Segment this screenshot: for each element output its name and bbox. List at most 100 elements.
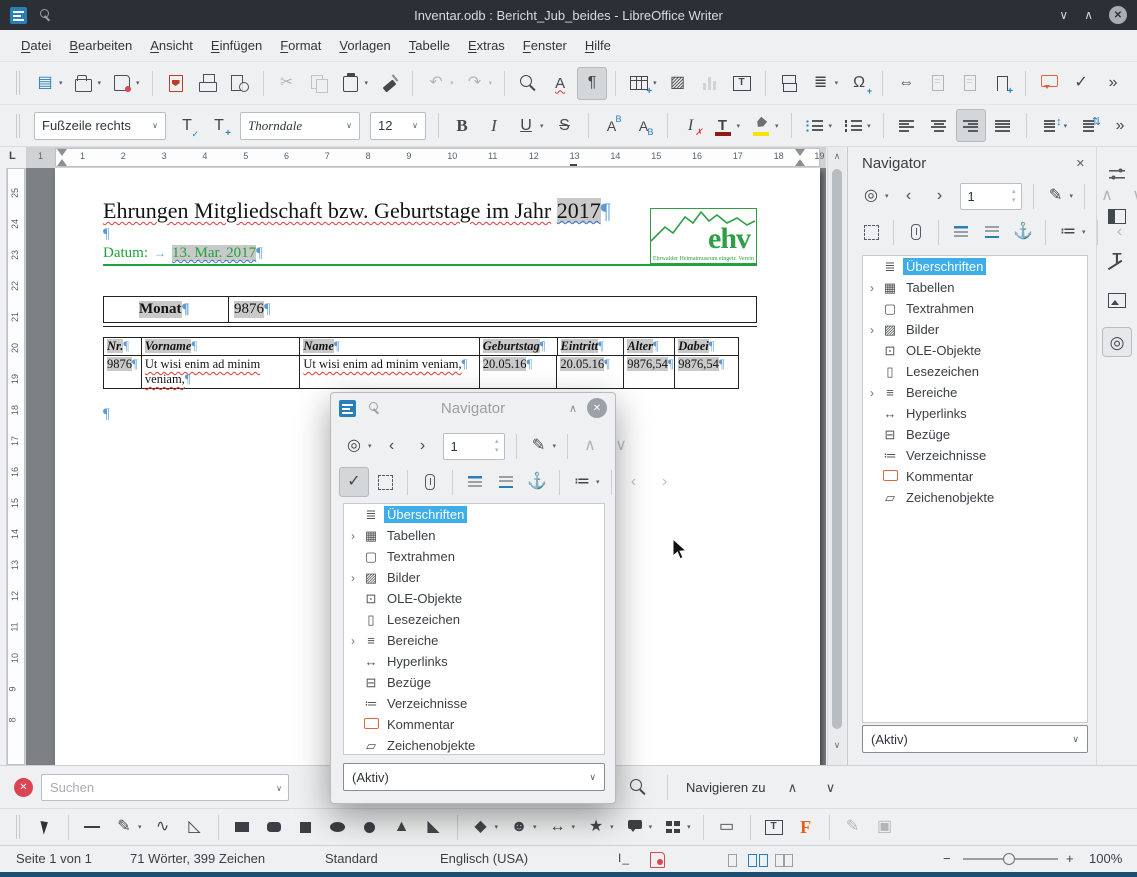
forward-button[interactable]: › <box>408 431 438 461</box>
zoom-out-button[interactable]: − <box>943 851 951 866</box>
expander-icon[interactable]: › <box>344 529 362 543</box>
polygon-button[interactable]: ◺ <box>180 811 210 844</box>
rounded-rectangle-button[interactable] <box>259 811 289 844</box>
overflow-button[interactable]: » <box>1098 67 1128 100</box>
document-heading[interactable]: Ehrungen Mitgliedschaft bzw. Geburtstage… <box>103 198 713 224</box>
insert-comment-button[interactable] <box>1034 67 1064 100</box>
align-right-button[interactable] <box>956 109 986 142</box>
open-button[interactable]: ▾ <box>69 67 106 100</box>
print-preview-button[interactable] <box>225 67 255 100</box>
menu-item-tabelle[interactable]: Tabelle <box>400 33 459 58</box>
export-pdf-button[interactable] <box>161 67 191 100</box>
minimize-button[interactable]: ∨ <box>1059 8 1068 22</box>
zoom-in-button[interactable]: + <box>1066 851 1074 866</box>
collapse-icon[interactable]: ∧ <box>569 402 577 415</box>
nav-item-images[interactable]: ›▨Bilder <box>344 567 604 588</box>
navigate-previous-button[interactable]: ∧ <box>778 771 808 804</box>
content-view-button[interactable] <box>856 217 886 247</box>
members-table[interactable]: Nr.¶Vorname¶Name¶Geburtstag¶Eintritt¶Alt… <box>103 337 739 389</box>
page-number-spinbox[interactable]: 1▴▾ <box>443 433 505 460</box>
outline-level-button[interactable]: ≔▾ <box>1053 217 1090 247</box>
paragraph-spacing-button[interactable] <box>1073 109 1103 142</box>
right-triangle-button[interactable]: ◣ <box>419 811 449 844</box>
table-cell[interactable]: 20.05.16¶ <box>557 356 624 388</box>
update-style-button[interactable]: T <box>172 109 202 142</box>
find-and-replace-button[interactable] <box>623 771 653 804</box>
page-number-spinbox[interactable]: 1▴▾ <box>960 183 1022 210</box>
table-cell[interactable]: 9876,54¶ <box>675 356 738 388</box>
insert-image-button[interactable]: ▨ <box>663 67 693 100</box>
datum-line[interactable]: Datum:→13. Mar. 2017¶ <box>103 245 263 262</box>
edit-entry-button[interactable]: ✎▾ <box>1041 181 1078 211</box>
search-input[interactable] <box>41 774 289 801</box>
dialog-header[interactable]: Navigator ∧ ✕ <box>331 393 615 423</box>
right-indent-marker[interactable] <box>795 159 805 166</box>
nav-item-sections[interactable]: ›≡Bereiche <box>344 630 604 651</box>
set-reminder-button[interactable] <box>415 467 445 497</box>
menu-item-extras[interactable]: Extras <box>459 33 514 58</box>
zoom-slider-thumb[interactable] <box>1003 853 1015 865</box>
insert-hyperlink-button[interactable]: ⇔ <box>891 67 921 100</box>
toolbar-grip[interactable] <box>16 71 20 95</box>
symbol-shapes-button[interactable]: ☻▾ <box>504 811 541 844</box>
pin-icon[interactable] <box>37 7 53 23</box>
nav-item-images[interactable]: ›▨Bilder <box>863 319 1087 340</box>
clear-formatting-button[interactable]: I <box>676 109 706 142</box>
table-header-cell[interactable]: Geburtstag¶ <box>480 338 558 355</box>
close-find-bar-button[interactable]: ✕ <box>14 778 33 797</box>
strikethrough-button[interactable]: S <box>550 109 580 142</box>
left-indent-marker[interactable] <box>57 159 67 166</box>
text-language[interactable]: Englisch (USA) <box>440 851 528 866</box>
insert-field-button[interactable]: ≣▾ <box>806 67 843 100</box>
nav-item-comments[interactable]: Kommentar <box>863 466 1087 487</box>
content-view-button[interactable] <box>370 467 400 497</box>
justify-button[interactable] <box>988 109 1018 142</box>
anchor-text-button[interactable]: ⚓ <box>1008 217 1038 247</box>
nav-item-ole-objects[interactable]: ⊡OLE-Objekte <box>344 588 604 609</box>
navigator-dialog[interactable]: Navigator ∧ ✕ ◎▾‹›1▴▾✎▾∧∨ ✓⚓≔▾‹› ≣Übersc… <box>330 392 616 804</box>
expander-icon[interactable]: › <box>344 634 362 648</box>
table-header-cell[interactable]: Dabei¶ <box>675 338 738 355</box>
navigation-button[interactable]: ◎▾ <box>856 181 893 211</box>
paste-button[interactable]: ▾ <box>336 67 373 100</box>
maximize-button[interactable]: ∧ <box>1084 8 1093 22</box>
table-header-cell[interactable]: Alter¶ <box>624 338 675 355</box>
table-header-cell[interactable]: Vorname¶ <box>142 338 300 355</box>
view-multi-page-button[interactable] <box>748 852 768 867</box>
square-button[interactable] <box>291 811 321 844</box>
tab-stop-marker[interactable] <box>570 164 577 166</box>
font-name-combo[interactable]: Thorndale∨ <box>240 112 360 140</box>
nav-item-drawing-objects[interactable]: ▱Zeichenobjekte <box>863 487 1087 508</box>
insert-frame-button[interactable]: ▭ <box>712 811 742 844</box>
menu-item-fenster[interactable]: Fenster <box>514 33 576 58</box>
font-color-button[interactable]: T▾ <box>708 109 745 142</box>
insert-textbox-button[interactable] <box>759 811 789 844</box>
unsaved-changes-icon[interactable] <box>650 852 665 867</box>
find-replace-button[interactable] <box>513 67 543 100</box>
insert-table-button[interactable]: ▾ <box>624 67 661 100</box>
flowchart-button[interactable]: ▾ <box>658 811 695 844</box>
edit-entry-button[interactable]: ✎▾ <box>524 431 561 461</box>
expander-icon[interactable]: › <box>863 386 881 400</box>
document-selector-dropdown[interactable]: (Aktiv) ∨ <box>862 725 1088 753</box>
pin-icon[interactable] <box>366 400 382 416</box>
toolbar-grip[interactable] <box>16 114 20 138</box>
new-document-button[interactable]: ▤▾ <box>30 67 67 100</box>
expander-icon[interactable]: › <box>863 281 881 295</box>
callouts-button[interactable]: ▾ <box>620 811 657 844</box>
table-cell[interactable]: Ut wisi enim ad minim veniam,¶ <box>300 356 479 388</box>
nav-item-tables[interactable]: ›▦Tabellen <box>344 525 604 546</box>
back-button[interactable]: ‹ <box>377 431 407 461</box>
title-bar[interactable]: Inventar.odb : Bericht_Jub_beides - Libr… <box>0 0 1137 30</box>
right-indent-marker-top[interactable] <box>795 149 805 156</box>
line-spacing-button[interactable]: ▾ <box>1035 109 1072 142</box>
set-reminder-button[interactable] <box>901 217 931 247</box>
forward-button[interactable]: › <box>925 181 955 211</box>
italic-button[interactable]: I <box>479 109 509 142</box>
insert-bookmark-button[interactable] <box>987 67 1017 100</box>
expander-icon[interactable]: › <box>344 571 362 585</box>
master-view-toggle-button[interactable]: ✓ <box>339 467 369 497</box>
go-to-footer-button[interactable] <box>491 467 521 497</box>
nav-item-indexes[interactable]: ≔Verzeichnisse <box>344 693 604 714</box>
datum-label[interactable]: Datum: <box>103 245 148 261</box>
